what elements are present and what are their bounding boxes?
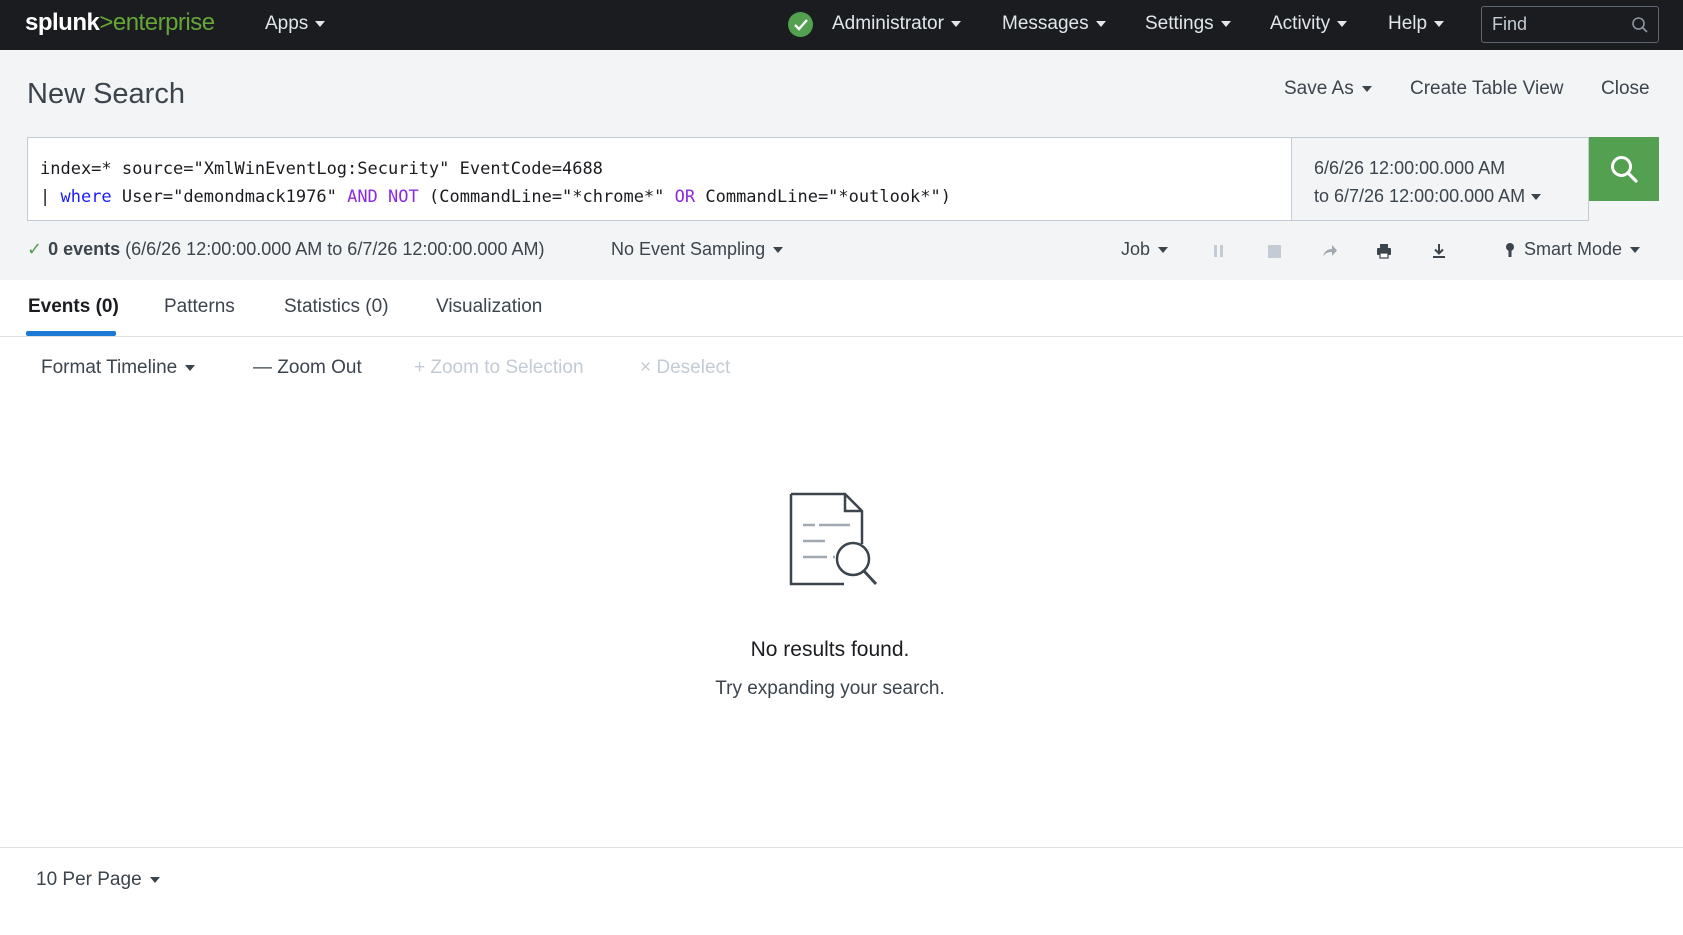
time-range-from: 6/6/26 12:00:00.000 AM — [1314, 158, 1506, 178]
search-query-input[interactable]: index=* source="XmlWinEventLog:Security"… — [27, 137, 1292, 221]
save-as-button[interactable]: Save As — [1284, 78, 1372, 100]
deselect-button[interactable]: × Deselect — [640, 357, 730, 379]
no-results-title: No results found. — [750, 638, 910, 661]
help-menu[interactable]: Help — [1388, 13, 1445, 35]
messages-menu[interactable]: Messages — [1002, 13, 1106, 35]
tab-visualization[interactable]: Visualization — [436, 296, 542, 318]
tab-statistics[interactable]: Statistics (0) — [284, 296, 389, 318]
page-title: New Search — [27, 78, 185, 110]
per-page-dropdown[interactable]: 10 Per Page — [36, 869, 160, 891]
search-mode-dropdown[interactable]: Smart Mode — [1504, 239, 1641, 260]
settings-menu[interactable]: Settings — [1145, 13, 1231, 35]
active-tab-indicator — [26, 331, 116, 336]
job-menu[interactable]: Job — [1121, 239, 1169, 260]
search-icon — [1631, 16, 1649, 39]
chevron-down-icon — [315, 21, 326, 27]
zoom-out-button[interactable]: — Zoom Out — [253, 357, 362, 379]
share-icon[interactable] — [1317, 239, 1341, 263]
footer-divider — [0, 847, 1683, 848]
results-tabs: Events (0) Patterns Statistics (0) Visua… — [0, 280, 1683, 337]
chevron-down-icon — [1095, 21, 1106, 27]
chevron-down-icon — [1531, 194, 1542, 201]
zoom-to-selection-button[interactable]: + Zoom to Selection — [414, 357, 584, 379]
chevron-down-icon — [950, 21, 961, 27]
format-timeline-dropdown[interactable]: Format Timeline — [41, 357, 196, 379]
close-button[interactable]: Close — [1601, 78, 1650, 100]
apps-menu[interactable]: Apps — [265, 13, 326, 35]
tab-patterns[interactable]: Patterns — [164, 296, 235, 318]
chevron-down-icon — [1434, 21, 1445, 27]
job-status: ✓ 0 events (6/6/26 12:00:00.000 AM to 6/… — [27, 239, 545, 259]
top-nav: splunk>enterprise Apps Administrator Mes… — [0, 0, 1683, 50]
time-range-picker[interactable]: 6/6/26 12:00:00.000 AM to 6/7/26 12:00:0… — [1291, 137, 1589, 221]
print-icon[interactable] — [1372, 239, 1396, 263]
chevron-down-icon — [1630, 246, 1641, 253]
query-line-1: index=* source="XmlWinEventLog:Security"… — [40, 159, 603, 179]
export-icon[interactable] — [1427, 239, 1451, 263]
query-line-2: | where User="demondmack1976" AND NOT (C… — [40, 187, 951, 207]
checkmark-icon: ✓ — [27, 239, 43, 259]
lightbulb-icon — [1506, 242, 1514, 257]
chevron-down-icon — [1220, 21, 1231, 27]
event-sampling-dropdown[interactable]: No Event Sampling — [611, 239, 784, 260]
health-status-icon[interactable] — [788, 12, 813, 37]
document-search-icon — [787, 492, 879, 593]
tab-events[interactable]: Events (0) — [28, 296, 119, 318]
stop-icon[interactable] — [1262, 239, 1286, 263]
create-table-view-button[interactable]: Create Table View — [1410, 78, 1564, 100]
find-input[interactable]: Find — [1481, 6, 1659, 43]
chevron-down-icon — [185, 365, 196, 371]
search-icon — [1611, 156, 1638, 183]
time-range-to-row: to 6/7/26 12:00:00.000 AM — [1314, 182, 1566, 210]
chevron-down-icon — [1158, 246, 1169, 253]
activity-menu[interactable]: Activity — [1270, 13, 1348, 35]
splunk-logo[interactable]: splunk>enterprise — [25, 9, 215, 37]
chevron-down-icon — [773, 246, 784, 253]
chevron-down-icon — [1337, 21, 1348, 27]
search-button[interactable] — [1589, 137, 1659, 201]
chevron-down-icon — [149, 877, 160, 883]
administrator-menu[interactable]: Administrator — [832, 13, 961, 35]
chevron-down-icon — [1361, 86, 1372, 92]
no-results-subtitle: Try expanding your search. — [715, 678, 945, 699]
pause-icon[interactable] — [1207, 239, 1231, 263]
